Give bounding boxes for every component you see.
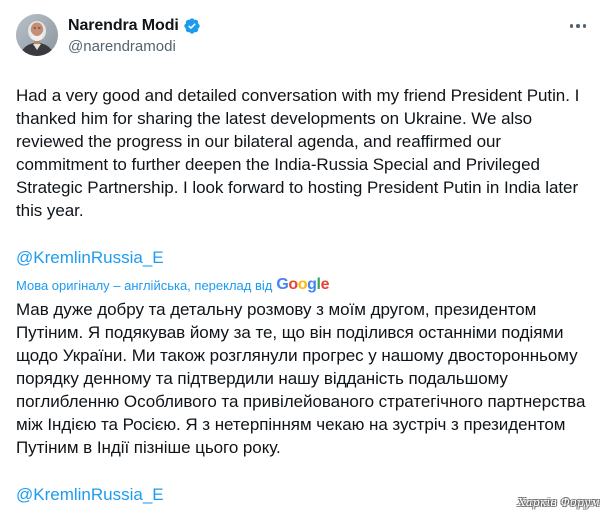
name-row: Narendra Modi [68,15,201,37]
translated-mention-link[interactable]: @KremlinRussia_E [16,483,590,506]
dot [582,24,587,28]
logo-letter: o [288,276,298,293]
author-display-name[interactable]: Narendra Modi [68,17,179,35]
logo-letter: o [297,276,308,293]
tweet-text: Had a very good and detailed conversatio… [16,86,580,220]
translated-tweet-text: Мав дуже добру та детальну розмову з мої… [16,300,586,457]
mention-link[interactable]: @KremlinRussia_E [16,246,590,269]
avatar-photo-icon [16,14,58,56]
author-handle[interactable]: @narendramodi [68,37,201,57]
logo-letter: G [276,276,289,293]
google-logo-icon[interactable]: Google [276,275,329,295]
verified-badge-icon[interactable] [183,17,201,35]
author-identity: Narendra Modi @narendramodi [68,15,201,57]
logo-letter: g [307,276,317,293]
tweet-card: Narendra Modi @narendramodi Had a very g… [0,0,606,515]
logo-letter: e [320,276,330,293]
dot [569,24,574,28]
avatar[interactable] [16,14,58,56]
tweet-header: Narendra Modi @narendramodi [16,14,590,64]
more-options-icon[interactable] [566,16,590,36]
translation-attribution: Мова оригіналу – англійська, переклад ві… [16,275,590,295]
dot [576,24,580,28]
watermark: Харків Форум [517,496,600,509]
translation-label[interactable]: Мова оригіналу – англійська, переклад ві… [16,278,272,293]
